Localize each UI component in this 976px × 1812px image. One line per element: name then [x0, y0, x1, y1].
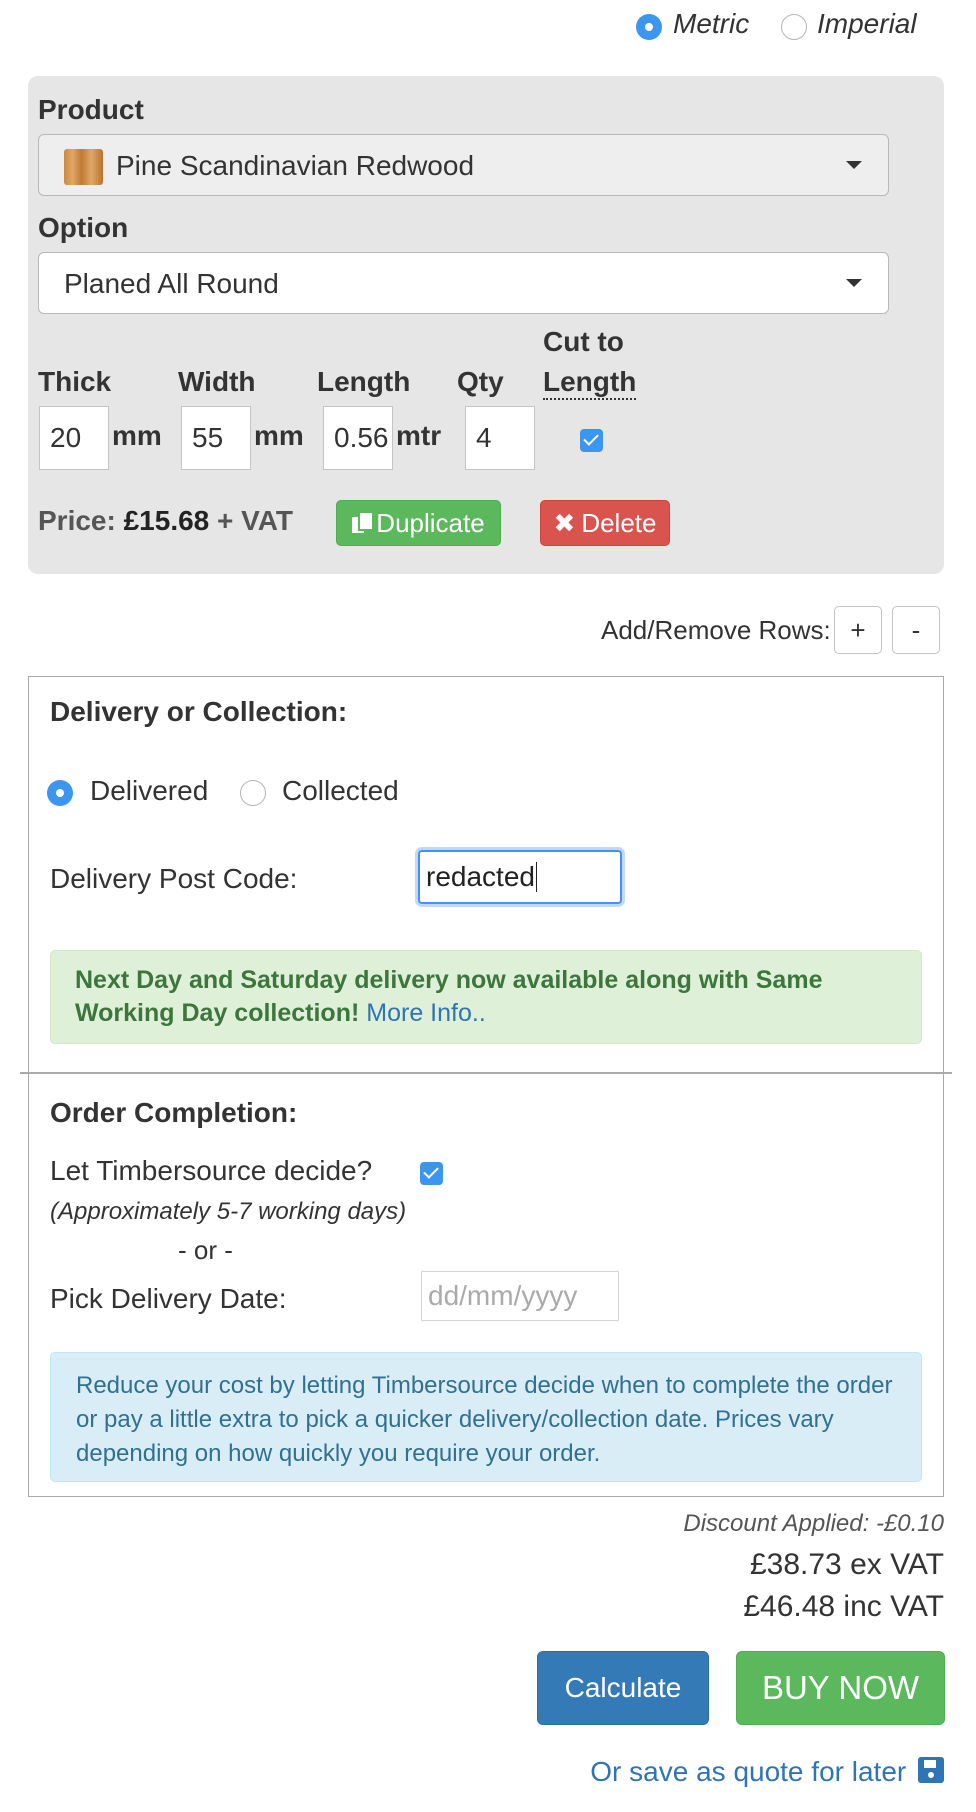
delivery-notice: Next Day and Saturday delivery now avail… [50, 950, 922, 1044]
add-row-button[interactable]: + [834, 606, 882, 654]
option-label: Option [38, 212, 129, 243]
completion-info: Reduce your cost by letting Timbersource… [50, 1352, 922, 1482]
collected-label[interactable]: Collected [282, 775, 399, 807]
buy-now-button[interactable]: BUY NOW [736, 1651, 945, 1725]
wood-swatch-icon [64, 149, 103, 185]
thick-label: Thick [38, 366, 112, 397]
caret-down-icon [846, 161, 862, 169]
floppy-disk-icon [918, 1757, 944, 1783]
decide-note: (Approximately 5-7 working days) [50, 1198, 407, 1225]
discount-text: Discount Applied: -£0.10 [683, 1510, 944, 1537]
total-ex-vat: £38.73 ex VAT [749, 1548, 944, 1581]
delete-button[interactable]: ✖ Delete [540, 500, 670, 546]
times-icon: ✖ [553, 508, 576, 538]
length-input[interactable]: 0.56 [323, 406, 393, 470]
cut-to-length-label-line1: Cut to [543, 326, 624, 357]
postcode-input[interactable]: redacted [418, 850, 622, 904]
product-select[interactable]: Pine Scandinavian Redwood [38, 134, 889, 196]
length-unit: mtr [396, 420, 442, 451]
delivery-date-input[interactable]: dd/mm/yyyy [421, 1271, 619, 1321]
cut-to-length-checkbox[interactable] [580, 429, 603, 452]
price-label: Price: [38, 505, 116, 536]
metric-label[interactable]: Metric [673, 8, 749, 40]
save-quote-link[interactable]: Or save as quote for later [470, 1756, 944, 1788]
duplicate-button[interactable]: Duplicate [336, 500, 501, 546]
text-cursor [535, 862, 538, 892]
or-separator: - or - [178, 1235, 233, 1265]
delete-label: Delete [581, 508, 657, 538]
postcode-label: Delivery Post Code: [50, 863, 298, 894]
total-inc-vat: £46.48 inc VAT [743, 1590, 944, 1623]
cut-to-length-label-line2: Length [543, 366, 637, 400]
delivered-radio[interactable] [47, 780, 73, 806]
imperial-label[interactable]: Imperial [817, 8, 917, 40]
pick-date-label: Pick Delivery Date: [50, 1283, 287, 1314]
collected-radio[interactable] [240, 780, 266, 806]
decide-label: Let Timbersource decide? [50, 1155, 373, 1186]
decide-checkbox[interactable] [420, 1162, 443, 1185]
thick-input[interactable]: 20 [39, 406, 109, 470]
more-info-link[interactable]: More Info.. [366, 999, 486, 1027]
length-label: Length [317, 366, 411, 397]
delivery-heading: Delivery or Collection: [50, 696, 348, 727]
caret-down-icon [846, 279, 862, 287]
product-select-value: Pine Scandinavian Redwood [116, 150, 475, 181]
price-value: £15.68 [123, 505, 210, 536]
qty-input[interactable]: 4 [465, 406, 535, 470]
thick-unit: mm [112, 420, 162, 451]
save-quote-label: Or save as quote for later [590, 1756, 907, 1787]
price-suffix: + VAT [217, 505, 294, 536]
width-label: Width [178, 366, 256, 397]
copy-icon [352, 513, 373, 535]
calculate-button[interactable]: Calculate [537, 1651, 709, 1725]
remove-row-button[interactable]: - [892, 606, 940, 654]
option-select-value: Planed All Round [64, 268, 279, 299]
product-label: Product [38, 94, 144, 125]
qty-label: Qty [457, 366, 504, 397]
metric-radio[interactable] [636, 14, 662, 40]
width-input[interactable]: 55 [181, 406, 251, 470]
delivered-label[interactable]: Delivered [90, 775, 208, 807]
imperial-radio[interactable] [781, 14, 807, 40]
duplicate-label: Duplicate [376, 508, 485, 538]
section-divider [20, 1072, 952, 1074]
width-unit: mm [254, 420, 304, 451]
postcode-value: redacted [426, 861, 535, 892]
completion-heading: Order Completion: [50, 1097, 298, 1128]
add-remove-rows-label: Add/Remove Rows: [601, 615, 831, 645]
option-select[interactable]: Planed All Round [38, 252, 889, 314]
price-line: Price: £15.68 + VAT [38, 505, 293, 537]
